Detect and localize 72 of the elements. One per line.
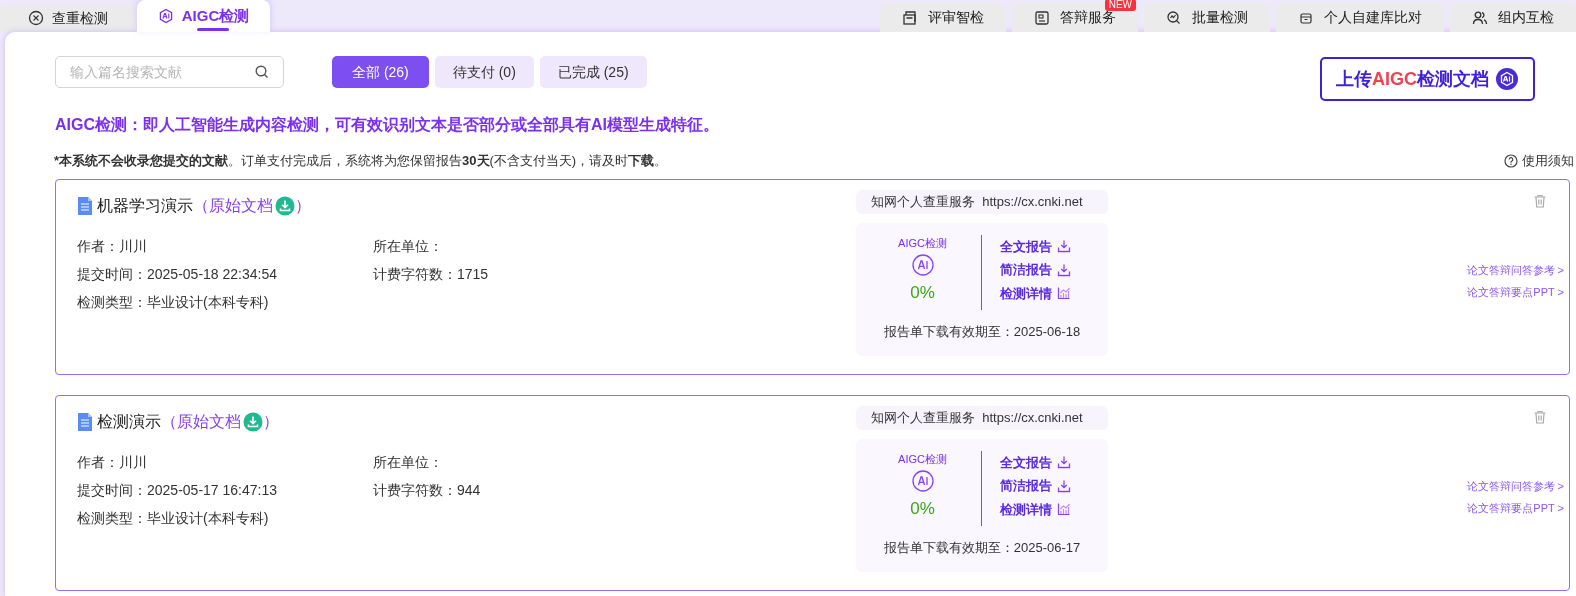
help-icon — [1504, 153, 1518, 168]
download-icon — [1057, 478, 1071, 493]
tab[interactable]: AIGC检测 — [137, 0, 270, 32]
meta-text: 提交时间：2025-05-17 16:47:13 — [77, 480, 278, 500]
defense-link[interactable]: 论文答辩问答参考 > — [1466, 261, 1564, 278]
meta-text: 计费字符数：1715 — [373, 264, 489, 284]
presentation-icon — [1034, 9, 1050, 26]
magnifier-chart-icon — [1166, 9, 1182, 26]
original-document-link[interactable]: （原始文档 ） — [193, 193, 311, 218]
chart-icon — [1057, 502, 1071, 517]
tab[interactable]: 查重检测 — [0, 4, 135, 32]
report-link[interactable]: 全文报告 — [1000, 236, 1100, 256]
score-value: 0% — [910, 498, 935, 520]
validity-date: 报告单下载有效期至：2025-06-18 — [883, 322, 1081, 341]
delete-button[interactable] — [1533, 409, 1547, 424]
search-icon — [255, 65, 269, 79]
original-document-link[interactable]: （原始文档 ） — [161, 409, 279, 434]
document-icon — [77, 411, 93, 432]
filter-tab[interactable]: 待支付 (0) — [434, 56, 534, 88]
service-label: 知网个人查重服务 https://cx.cnki.net — [856, 189, 1108, 214]
detect-label: AIGC检测 — [898, 235, 947, 251]
ai-icon — [911, 254, 934, 276]
trash-icon — [1533, 409, 1547, 424]
report-link[interactable]: 检测详情 — [1000, 283, 1100, 303]
download-icon — [1057, 455, 1071, 470]
score-value: 0% — [910, 282, 935, 304]
report-link[interactable]: 简洁报告 — [1000, 260, 1100, 280]
delete-button[interactable] — [1533, 193, 1547, 208]
download-icon — [1057, 262, 1071, 277]
intro-text: AIGC检测：即人工智能生成内容检测，可有效识别文本是否部分或全部具有AI模型生成特征。 — [55, 115, 720, 135]
defense-link[interactable]: 论文答辩要点PPT > — [1467, 500, 1564, 517]
document-title: 检测演示 — [97, 411, 161, 432]
document-icon — [77, 195, 93, 216]
report-link[interactable]: 检测详情 — [1000, 499, 1100, 519]
people-icon — [1472, 9, 1488, 26]
search-field[interactable]: 输入篇名搜索文献 — [55, 56, 284, 88]
report-link[interactable]: 简洁报告 — [1000, 476, 1100, 496]
tab[interactable]: 批量检测 — [1144, 3, 1270, 32]
defense-link[interactable]: 论文答辩问答参考 > — [1466, 477, 1564, 494]
upload-button[interactable]: 上传AIGC检测文档 — [1320, 57, 1535, 101]
filter-tab[interactable]: 已完成 (25) — [539, 56, 647, 88]
filter-tab[interactable]: 全部 (26) — [332, 56, 429, 88]
help-link[interactable]: 使用须知 — [1504, 151, 1574, 171]
trash-icon — [1533, 193, 1547, 208]
tab[interactable]: 评审智检 — [880, 3, 1006, 32]
download-icon — [243, 411, 263, 432]
meta-text: 所在单位： — [373, 452, 444, 472]
validity-date: 报告单下载有效期至：2025-06-17 — [883, 538, 1081, 557]
download-icon — [1057, 239, 1071, 254]
ai-icon — [911, 470, 934, 492]
detect-label: AIGC检测 — [898, 451, 947, 467]
document-title: 机器学习演示 — [97, 195, 193, 216]
tab[interactable]: 组内互检 — [1450, 3, 1576, 32]
report-link[interactable]: 全文报告 — [1000, 452, 1100, 472]
meta-text: 计费字符数：944 — [373, 480, 481, 500]
notice-text: *本系统不会收录您提交的文献。订单支付完成后，系统将为您保留报告30天(不含支付当天)，请及时下载。 — [54, 152, 668, 170]
tab[interactable]: 个人自建库比对 — [1276, 3, 1444, 32]
ai-icon — [1495, 67, 1519, 91]
new-badge: NEW — [1104, 0, 1136, 11]
meta-text: 作者：川川 — [77, 452, 148, 472]
meta-text: 检测类型：毕业设计(本科专科) — [77, 292, 270, 312]
search-input[interactable]: 输入篇名搜索文献 — [70, 61, 255, 83]
chart-icon — [1057, 286, 1071, 301]
service-label: 知网个人查重服务 https://cx.cnki.net — [856, 405, 1108, 430]
meta-text: 检测类型：毕业设计(本科专科) — [77, 508, 270, 528]
document-stack-icon — [902, 9, 918, 26]
download-icon — [275, 195, 295, 216]
defense-link[interactable]: 论文答辩要点PPT > — [1467, 284, 1564, 301]
meta-text: 所在单位： — [373, 236, 444, 256]
meta-text: 提交时间：2025-05-18 22:34:54 — [77, 264, 278, 284]
meta-text: 作者：川川 — [77, 236, 148, 256]
ai-icon — [157, 8, 174, 24]
